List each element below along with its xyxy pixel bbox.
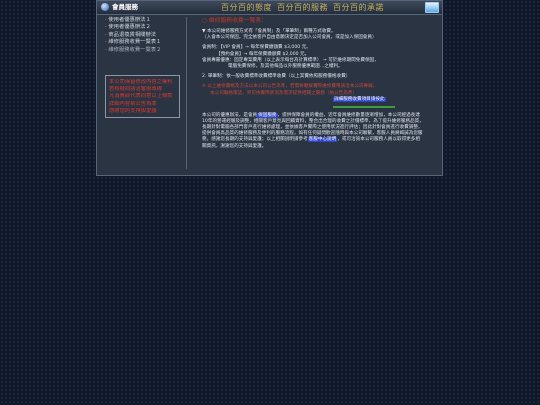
notice-line: 本公司保留修改內容之權利 — [109, 79, 173, 85]
green-divider — [333, 106, 395, 109]
slogan-1: 百分百的態度 — [221, 3, 272, 12]
para-text: 本公司的優惠辦法，是會員 — [202, 113, 258, 119]
notice-line: 凡消費即代表同意以上條款 — [109, 93, 173, 100]
vertical-divider — [186, 17, 187, 169]
slogan-2: 百分百的服務 — [277, 3, 328, 12]
sidebar-item-repair-fee-2[interactable]: ‧ 維修服務收費一覽表２ — [105, 47, 189, 54]
sidebar-menu: ‧ 使用者優惠辦法１ ‧ 使用者優惠辦法２ ‧ 商品退換貨相關辦法 ‧ 維修服務… — [105, 17, 189, 54]
link-line: 詳細服務收費項目請按此 — [202, 96, 424, 103]
notice-line: 若有疑問請洽客服專線 — [109, 86, 162, 93]
description-paragraph: 本公司的優惠辦法，是會員保固服務，提供保障會員的權益，近年會員維修數量逐漸增加，… — [202, 113, 424, 150]
monitor-icon[interactable] — [425, 2, 439, 13]
globe-icon — [101, 3, 109, 11]
service-center-link[interactable]: 客服中心說明 — [307, 137, 338, 143]
sidebar-notice-box: 本公司保留修改內容之權利 若有疑問請洽客服專線 凡消費即代表同意以上條款 詳細內… — [105, 75, 180, 118]
warning-text: 本公司聯絡電話，另可依實際狀況及需求提供相關之服務（依公告為準） — [210, 90, 358, 96]
notice-line: 詳細內容依公告為準 — [109, 100, 157, 107]
sidebar-item-repair-fee-1[interactable]: ‧ 維修服務收費一覽表１ — [105, 39, 189, 46]
slogan-3: 百分百的承諾 — [333, 3, 384, 12]
section-title: ○ 維修服務收費一覽表： — [202, 18, 267, 24]
title-bar: 會員服務 百分百的態度 百分百的服務 百分百的承諾 — [97, 1, 442, 15]
window-title: 會員服務 — [112, 3, 138, 11]
sidebar-item-discount-2[interactable]: ‧ 使用者優惠辦法２ — [105, 24, 189, 31]
main-content: ○ 維修服務收費一覽表： ▼ 本公司維修服務方式有「會員制」及「單筆制」兩種方式… — [202, 17, 424, 150]
fee-detail-link[interactable]: 詳細服務收費項目請按此 — [333, 96, 386, 102]
warranty-link[interactable]: 保固服務 — [257, 113, 278, 119]
service-window: 會員服務 百分百的態度 百分百的服務 百分百的承諾 ‧ 使用者優惠辦法１ ‧ 使… — [96, 0, 443, 176]
notice-line: 感謝您的支持與愛護 — [109, 107, 157, 114]
